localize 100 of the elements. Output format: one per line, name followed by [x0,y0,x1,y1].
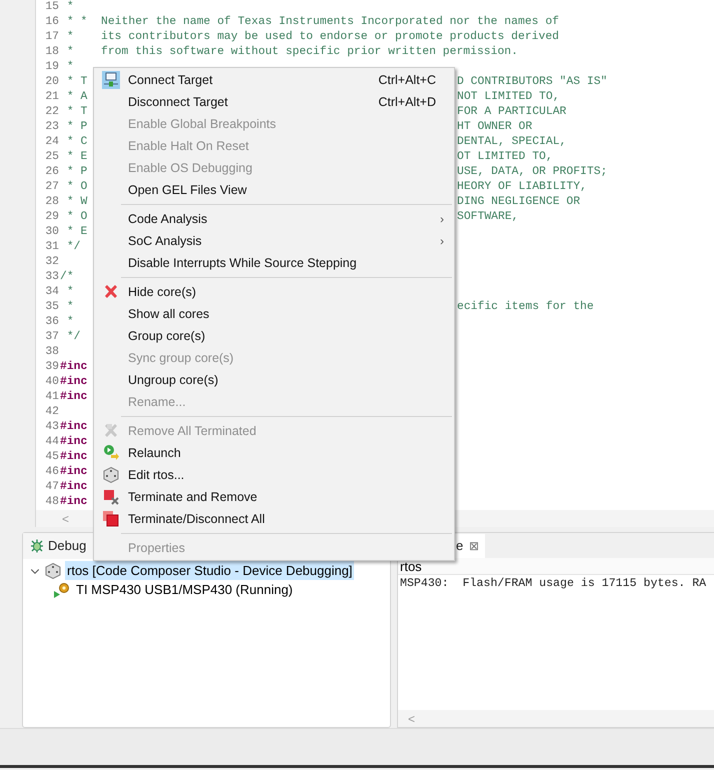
code-text: #inc [60,496,88,508]
code-text: NOT LIMITED TO, [457,90,560,105]
code-text: #inc [60,451,88,463]
line-number: 37 [44,330,59,345]
menu-item[interactable]: Terminate/Disconnect All [94,508,454,530]
debug-tab[interactable]: Debug [48,536,86,556]
line-number: 15 [44,0,59,15]
menu-item[interactable]: Disconnect Target Ctrl+Alt+D [94,91,454,113]
code-text: #inc [60,466,88,478]
line-number: 23 [44,120,59,135]
code-text: * from this software without specific prior written permission. [66,46,518,58]
line-number: 48 [44,495,59,510]
menu-item[interactable]: Hide core(s) [94,281,454,303]
menu-item[interactable]: Connect Target Ctrl+Alt+C [94,69,454,91]
square-icon [102,488,120,506]
menu-item[interactable]: Disable Interrupts While Source Stepping [94,252,454,274]
line-number: 30 [44,225,59,240]
menu-item[interactable]: Open GEL Files View [94,179,454,201]
menu-item[interactable]: SoC Analysis › [94,230,454,252]
code-text: * [66,1,74,13]
line-number: 33 [44,270,59,285]
code-text: #inc [60,361,88,373]
line-number: 16 [44,15,59,30]
code-text: DING NEGLIGENCE OR [457,195,580,210]
menu-item[interactable]: Show all cores [94,303,454,325]
code-text: * P [66,166,88,178]
code-text: #inc [60,376,88,388]
line-number: 25 [44,150,59,165]
line-number: 41 [44,390,59,405]
close-icon[interactable]: ⊠ [469,537,480,555]
tree-item[interactable]: rtos [Code Composer Studio - Device Debugging] [65,560,354,580]
code-text: * * Neither the name of Texas Instruments Incorporated nor the names of [66,16,559,28]
menu-item[interactable]: Edit rtos... [94,464,454,486]
code-text: * [66,286,74,298]
code-text: * O [66,211,88,223]
code-text: */ [66,241,81,253]
code-text: #inc [60,481,88,493]
line-number: 43 [44,420,59,435]
code-text: /* [60,271,74,283]
code-text: * [66,316,74,328]
play-icon [102,444,120,462]
code-text: HT OWNER OR [457,120,532,135]
menu-item[interactable]: Relaunch [94,442,454,464]
line-number: 42 [44,405,59,420]
line-number: 26 [44,165,59,180]
code-text: * [66,301,74,313]
code-text: * E [66,151,88,163]
code-text: USE, DATA, OR PROFITS; [457,165,608,180]
monitor-icon [102,71,120,89]
menu-item[interactable]: Code Analysis › [94,208,454,230]
code-text: #inc [60,421,88,433]
line-number: 44 [44,435,59,450]
code-text: ecific items for the [457,300,594,315]
submenu-arrow-icon: › [440,210,444,228]
line-number: 40 [44,375,59,390]
submenu-arrow-icon: › [440,232,444,250]
menu-item[interactable]: Group core(s) [94,325,454,347]
code-text: * C [66,136,88,148]
line-number: 36 [44,315,59,330]
code-text: * [66,61,74,73]
line-number: 35 [44,300,59,315]
code-text: HEORY OF LIABILITY, [457,180,587,195]
close-icon [102,422,120,440]
code-text: * T [66,106,88,118]
code-text: * E [66,226,88,238]
console-tab[interactable]: e [456,536,464,556]
line-number: 46 [44,465,59,480]
menu-item[interactable]: Terminate and Remove [94,486,454,508]
code-text: */ [66,331,81,343]
code-text: * P [66,121,88,133]
line-number: 32 [44,255,59,270]
code-text: SOFTWARE, [457,210,519,225]
line-number: 22 [44,105,59,120]
tree-item[interactable]: TI MSP430 USB1/MSP430 (Running) [74,580,295,600]
code-text: #inc [60,391,88,403]
line-number: 19 [44,60,59,75]
line-number: 18 [44,45,59,60]
cube-icon [102,466,120,484]
code-text: * A [66,91,88,103]
line-number: 39 [44,360,59,375]
line-number: 24 [44,135,59,150]
line-number: 38 [44,345,59,360]
code-text: DENTAL, SPECIAL, [457,135,566,150]
code-text: * T [66,76,88,88]
line-number: 20 [44,75,59,90]
line-number: 21 [44,90,59,105]
gear-icon [53,580,71,598]
code-text: FOR A PARTICULAR [457,105,566,120]
code-text: * W [66,196,88,208]
line-number: 27 [44,180,59,195]
console-title: rtos [398,558,714,575]
line-number: 34 [44,285,59,300]
code-text: D CONTRIBUTORS "AS IS" [457,75,608,90]
code-text: OT LIMITED TO, [457,150,553,165]
close-icon [102,283,120,301]
console-line: MSP430: Flash/FRAM usage is 17115 bytes. RA [400,576,708,591]
line-number: 28 [44,195,59,210]
menu-item[interactable]: Ungroup core(s) [94,369,454,391]
line-number: 45 [44,450,59,465]
line-number: 31 [44,240,59,255]
